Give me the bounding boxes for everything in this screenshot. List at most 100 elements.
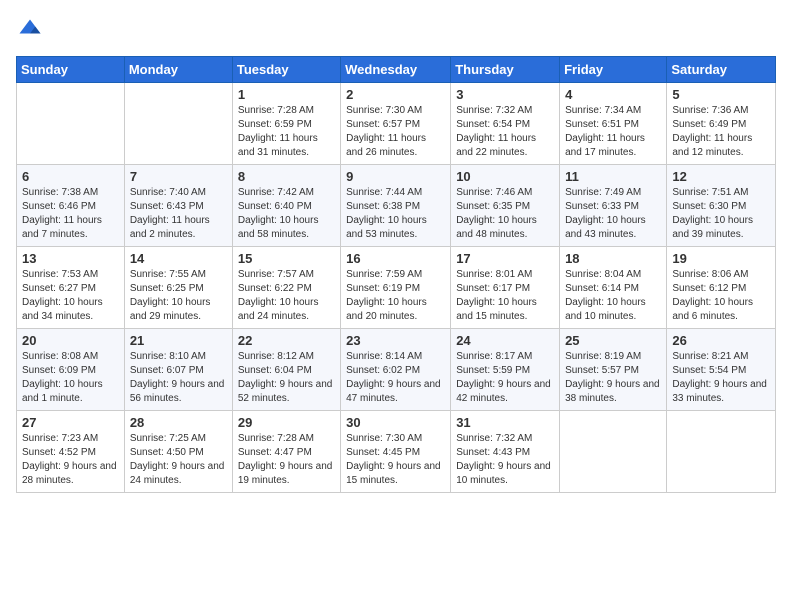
day-info: Sunrise: 7:30 AM Sunset: 6:57 PM Dayligh… [346,104,445,160]
calendar-cell: 22 Sunrise: 8:12 AM Sunset: 6:04 PM Dayli… [232,329,340,411]
day-info: Sunrise: 8:19 AM Sunset: 5:57 PM Dayligh… [565,350,661,406]
weekday-header-saturday: Saturday [667,57,776,83]
day-info: Sunrise: 8:01 AM Sunset: 6:17 PM Dayligh… [456,268,554,324]
day-number: 21 [130,333,227,348]
day-number: 5 [672,87,770,102]
calendar-cell: 16 Sunrise: 7:59 AM Sunset: 6:19 PM Dayli… [341,247,451,329]
day-info: Sunrise: 8:12 AM Sunset: 6:04 PM Dayligh… [238,350,335,406]
day-number: 25 [565,333,661,348]
week-row-4: 20 Sunrise: 8:08 AM Sunset: 6:09 PM Dayli… [17,329,776,411]
day-number: 27 [22,415,119,430]
weekday-header-tuesday: Tuesday [232,57,340,83]
day-info: Sunrise: 8:06 AM Sunset: 6:12 PM Dayligh… [672,268,770,324]
day-number: 1 [238,87,335,102]
day-info: Sunrise: 8:04 AM Sunset: 6:14 PM Dayligh… [565,268,661,324]
calendar-cell: 26 Sunrise: 8:21 AM Sunset: 5:54 PM Dayli… [667,329,776,411]
day-number: 29 [238,415,335,430]
calendar-cell: 23Sunrise: 8:14 AM Sunset: 6:02 PM Dayli… [341,329,451,411]
calendar-cell: 4Sunrise: 7:34 AM Sunset: 6:51 PM Daylig… [560,83,667,165]
week-row-2: 6 Sunrise: 7:38 AM Sunset: 6:46 PM Daylig… [17,165,776,247]
day-number: 14 [130,251,227,266]
calendar-cell: 28 Sunrise: 7:25 AM Sunset: 4:50 PM Dayli… [124,411,232,493]
day-info: Sunrise: 7:59 AM Sunset: 6:19 PM Dayligh… [346,268,445,324]
day-info: Sunrise: 7:46 AM Sunset: 6:35 PM Dayligh… [456,186,554,242]
day-info: Sunrise: 7:34 AM Sunset: 6:51 PM Dayligh… [565,104,661,160]
calendar-cell: 8 Sunrise: 7:42 AM Sunset: 6:40 PM Daylig… [232,165,340,247]
calendar-cell [667,411,776,493]
day-info: Sunrise: 7:53 AM Sunset: 6:27 PM Dayligh… [22,268,119,324]
calendar-page: SundayMondayTuesdayWednesdayThursdayFrid… [0,0,792,612]
day-number: 22 [238,333,335,348]
calendar-cell: 10 Sunrise: 7:46 AM Sunset: 6:35 PM Dayli… [451,165,560,247]
calendar-cell: 21 Sunrise: 8:10 AM Sunset: 6:07 PM Dayli… [124,329,232,411]
day-number: 20 [22,333,119,348]
calendar-cell: 11Sunrise: 7:49 AM Sunset: 6:33 PM Dayli… [560,165,667,247]
calendar-cell: 17 Sunrise: 8:01 AM Sunset: 6:17 PM Dayli… [451,247,560,329]
week-row-5: 27 Sunrise: 7:23 AM Sunset: 4:52 PM Dayli… [17,411,776,493]
calendar-table: SundayMondayTuesdayWednesdayThursdayFrid… [16,56,776,493]
weekday-header-thursday: Thursday [451,57,560,83]
day-number: 18 [565,251,661,266]
day-info: Sunrise: 7:40 AM Sunset: 6:43 PM Dayligh… [130,186,227,242]
calendar-cell: 25 Sunrise: 8:19 AM Sunset: 5:57 PM Dayli… [560,329,667,411]
day-info: Sunrise: 7:23 AM Sunset: 4:52 PM Dayligh… [22,432,119,488]
week-row-3: 13Sunrise: 7:53 AM Sunset: 6:27 PM Dayli… [17,247,776,329]
day-info: Sunrise: 7:32 AM Sunset: 4:43 PM Dayligh… [456,432,554,488]
day-info: Sunrise: 7:36 AM Sunset: 6:49 PM Dayligh… [672,104,770,160]
day-info: Sunrise: 7:30 AM Sunset: 4:45 PM Dayligh… [346,432,445,488]
day-number: 7 [130,169,227,184]
day-info: Sunrise: 7:25 AM Sunset: 4:50 PM Dayligh… [130,432,227,488]
day-number: 8 [238,169,335,184]
day-number: 28 [130,415,227,430]
day-info: Sunrise: 7:44 AM Sunset: 6:38 PM Dayligh… [346,186,445,242]
day-number: 23 [346,333,445,348]
calendar-cell: 1 Sunrise: 7:28 AM Sunset: 6:59 PM Daylig… [232,83,340,165]
day-number: 16 [346,251,445,266]
logo-icon [16,16,44,44]
weekday-header-monday: Monday [124,57,232,83]
day-number: 15 [238,251,335,266]
week-row-1: 1 Sunrise: 7:28 AM Sunset: 6:59 PM Daylig… [17,83,776,165]
day-number: 6 [22,169,119,184]
day-number: 10 [456,169,554,184]
day-info: Sunrise: 7:42 AM Sunset: 6:40 PM Dayligh… [238,186,335,242]
calendar-cell: 6 Sunrise: 7:38 AM Sunset: 6:46 PM Daylig… [17,165,125,247]
calendar-cell: 18 Sunrise: 8:04 AM Sunset: 6:14 PM Dayli… [560,247,667,329]
day-info: Sunrise: 7:57 AM Sunset: 6:22 PM Dayligh… [238,268,335,324]
day-number: 26 [672,333,770,348]
day-info: Sunrise: 8:17 AM Sunset: 5:59 PM Dayligh… [456,350,554,406]
calendar-cell [17,83,125,165]
calendar-cell: 27 Sunrise: 7:23 AM Sunset: 4:52 PM Dayli… [17,411,125,493]
calendar-cell: 31 Sunrise: 7:32 AM Sunset: 4:43 PM Dayli… [451,411,560,493]
day-info: Sunrise: 7:32 AM Sunset: 6:54 PM Dayligh… [456,104,554,160]
day-number: 12 [672,169,770,184]
weekday-header-sunday: Sunday [17,57,125,83]
logo [16,16,48,44]
calendar-cell: 7 Sunrise: 7:40 AM Sunset: 6:43 PM Daylig… [124,165,232,247]
day-info: Sunrise: 7:49 AM Sunset: 6:33 PM Dayligh… [565,186,661,242]
calendar-cell: 9 Sunrise: 7:44 AM Sunset: 6:38 PM Daylig… [341,165,451,247]
weekday-header-row: SundayMondayTuesdayWednesdayThursdayFrid… [17,57,776,83]
day-info: Sunrise: 7:28 AM Sunset: 6:59 PM Dayligh… [238,104,335,160]
calendar-cell: 12Sunrise: 7:51 AM Sunset: 6:30 PM Dayli… [667,165,776,247]
day-number: 9 [346,169,445,184]
calendar-cell: 19Sunrise: 8:06 AM Sunset: 6:12 PM Dayli… [667,247,776,329]
calendar-cell: 30Sunrise: 7:30 AM Sunset: 4:45 PM Dayli… [341,411,451,493]
calendar-cell: 3 Sunrise: 7:32 AM Sunset: 6:54 PM Daylig… [451,83,560,165]
calendar-cell: 13Sunrise: 7:53 AM Sunset: 6:27 PM Dayli… [17,247,125,329]
calendar-cell: 2Sunrise: 7:30 AM Sunset: 6:57 PM Daylig… [341,83,451,165]
day-info: Sunrise: 8:21 AM Sunset: 5:54 PM Dayligh… [672,350,770,406]
day-number: 3 [456,87,554,102]
calendar-cell [124,83,232,165]
day-number: 17 [456,251,554,266]
weekday-header-wednesday: Wednesday [341,57,451,83]
calendar-cell: 24 Sunrise: 8:17 AM Sunset: 5:59 PM Dayli… [451,329,560,411]
day-info: Sunrise: 8:08 AM Sunset: 6:09 PM Dayligh… [22,350,119,406]
day-number: 24 [456,333,554,348]
calendar-cell: 5 Sunrise: 7:36 AM Sunset: 6:49 PM Daylig… [667,83,776,165]
day-number: 31 [456,415,554,430]
day-info: Sunrise: 7:55 AM Sunset: 6:25 PM Dayligh… [130,268,227,324]
day-info: Sunrise: 7:38 AM Sunset: 6:46 PM Dayligh… [22,186,119,242]
day-info: Sunrise: 8:10 AM Sunset: 6:07 PM Dayligh… [130,350,227,406]
header [16,16,776,44]
